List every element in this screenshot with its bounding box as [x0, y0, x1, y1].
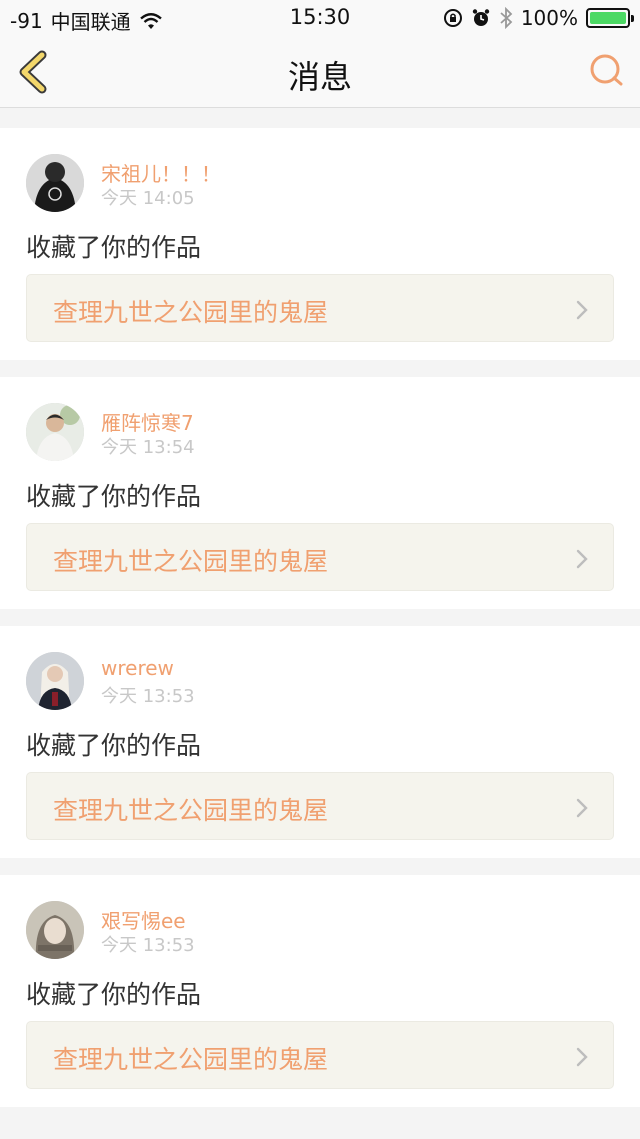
- timestamp: 今天 13:53: [101, 935, 195, 956]
- action-text: 收藏了你的作品: [26, 731, 202, 760]
- action-text: 收藏了你的作品: [26, 233, 202, 262]
- message-card: 艰写惕ee 今天 13:53 收藏了你的作品 查理九世之公园里的鬼屋: [0, 875, 640, 1107]
- work-title: 查理九世之公园里的鬼屋: [53, 547, 329, 576]
- message-card: 雁阵惊寒7 今天 13:54 收藏了你的作品 查理九世之公园里的鬼屋: [0, 377, 640, 609]
- timestamp: 今天 14:05: [101, 188, 195, 209]
- status-bar: -91 中国联通 15:30 100%: [0, 0, 640, 36]
- chevron-right-icon: [576, 1047, 588, 1067]
- action-text: 收藏了你的作品: [26, 482, 202, 511]
- search-icon[interactable]: [586, 50, 626, 90]
- chevron-right-icon: [576, 300, 588, 320]
- nav-bar: 消息: [0, 36, 640, 108]
- avatar[interactable]: [26, 652, 84, 710]
- message-list: 宋祖儿！！！ 今天 14:05 收藏了你的作品 查理九世之公园里的鬼屋 雁阵惊寒…: [0, 128, 640, 1124]
- bluetooth-icon: [500, 7, 513, 29]
- message-card: wrerew 今天 13:53 收藏了你的作品 查理九世之公园里的鬼屋: [0, 626, 640, 858]
- battery-percent: 100%: [520, 6, 578, 30]
- battery-icon: [586, 8, 634, 28]
- work-link[interactable]: 查理九世之公园里的鬼屋: [26, 523, 614, 591]
- avatar[interactable]: [26, 154, 84, 212]
- alarm-icon: [472, 9, 490, 26]
- message-card: 宋祖儿！！！ 今天 14:05 收藏了你的作品 查理九世之公园里的鬼屋: [0, 128, 640, 360]
- status-right: 100%: [443, 6, 634, 30]
- username[interactable]: 宋祖儿！！！: [101, 158, 221, 187]
- avatar-image: [26, 154, 84, 212]
- work-title: 查理九世之公园里的鬼屋: [53, 298, 329, 327]
- avatar-image: [26, 901, 84, 959]
- work-title: 查理九世之公园里的鬼屋: [53, 1045, 329, 1074]
- work-link[interactable]: 查理九世之公园里的鬼屋: [26, 772, 614, 840]
- username[interactable]: wrerew: [101, 656, 174, 680]
- timestamp: 今天 13:54: [101, 437, 195, 458]
- work-title: 查理九世之公园里的鬼屋: [53, 796, 329, 825]
- chevron-right-icon: [576, 798, 588, 818]
- chevron-right-icon: [576, 549, 588, 569]
- battery-level: [590, 12, 626, 24]
- orientation-lock-icon: [443, 9, 462, 27]
- page-title: 消息: [287, 58, 352, 96]
- work-link[interactable]: 查理九世之公园里的鬼屋: [26, 274, 614, 342]
- username[interactable]: 艰写惕ee: [101, 905, 186, 934]
- action-text: 收藏了你的作品: [26, 980, 202, 1009]
- avatar[interactable]: [26, 403, 84, 461]
- avatar-image: [26, 403, 84, 461]
- avatar[interactable]: [26, 901, 84, 959]
- work-link[interactable]: 查理九世之公园里的鬼屋: [26, 1021, 614, 1089]
- avatar-image: [26, 652, 84, 710]
- username[interactable]: 雁阵惊寒7: [101, 407, 194, 436]
- timestamp: 今天 13:53: [101, 686, 195, 707]
